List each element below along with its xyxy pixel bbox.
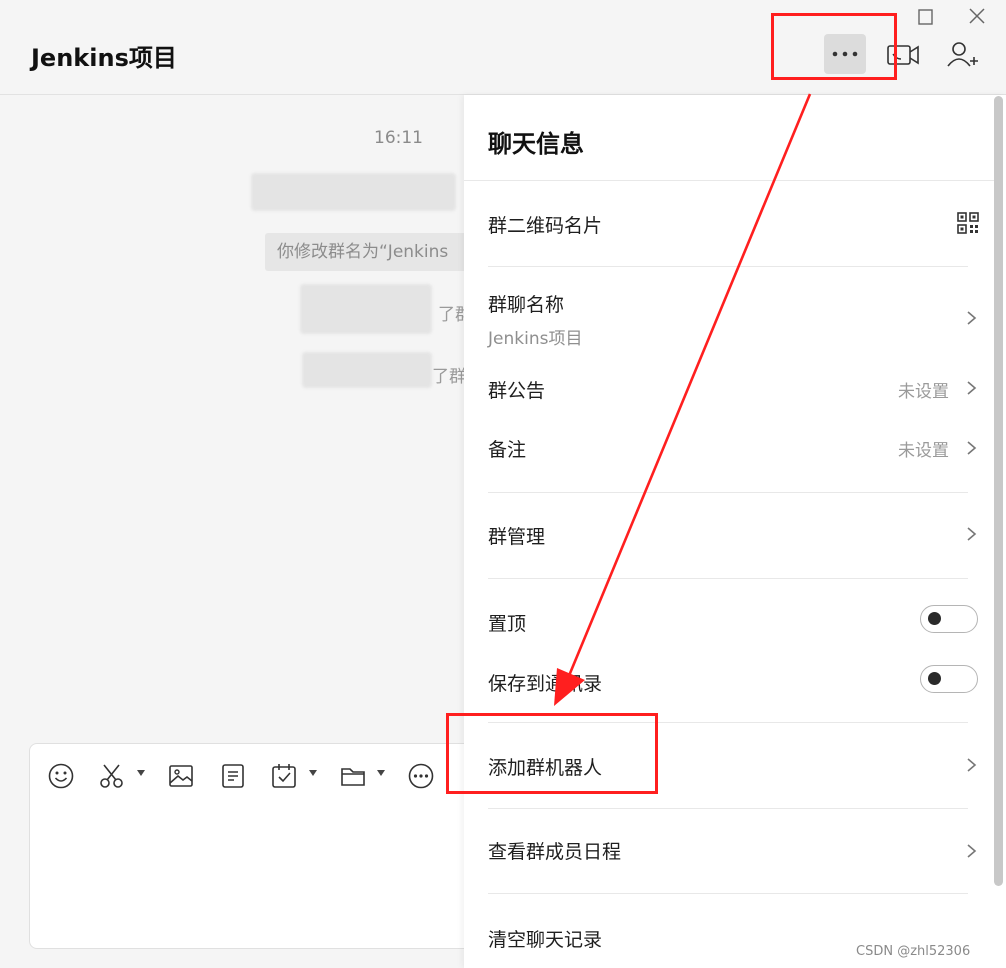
close-icon: [969, 8, 985, 24]
document-button[interactable]: [219, 762, 247, 790]
chevron-right-icon: [967, 844, 977, 858]
file-button[interactable]: [339, 762, 367, 790]
save-contacts-toggle[interactable]: [920, 665, 978, 693]
chevron-down-icon[interactable]: [137, 770, 145, 776]
divider: [488, 266, 968, 267]
chevron-down-icon[interactable]: [309, 770, 317, 776]
chevron-right-icon: [967, 441, 977, 455]
group-name-value: Jenkins项目: [488, 329, 583, 349]
save-contacts-label: 保存到通讯录: [488, 673, 603, 695]
folder-icon: [341, 768, 365, 786]
message-timestamp: 16:11: [374, 128, 423, 148]
blurred-message: [300, 284, 432, 334]
more-tools-button[interactable]: [407, 762, 435, 790]
remark-label: 备注: [488, 439, 527, 461]
divider: [488, 893, 968, 894]
annotation-box-more: [771, 13, 897, 80]
chevron-right-icon: [967, 527, 977, 541]
more-circle-icon: [408, 763, 434, 789]
clear-history-label: 清空聊天记录: [488, 929, 603, 951]
divider: [488, 492, 968, 493]
document-icon: [222, 764, 244, 788]
image-button[interactable]: [167, 762, 195, 790]
add-member-button[interactable]: [942, 34, 984, 74]
blurred-message: [302, 352, 432, 388]
image-icon: [169, 765, 193, 787]
system-message: 你修改群名为“Jenkins: [265, 233, 489, 271]
group-name-label: 群聊名称: [488, 294, 565, 316]
close-button[interactable]: [966, 6, 988, 28]
toggle-knob: [928, 672, 941, 685]
calendar-check-icon: [272, 764, 296, 788]
message-fragment: 了群: [432, 367, 466, 387]
remark-value: 未设置: [898, 441, 949, 461]
add-user-icon: [947, 42, 978, 67]
chevron-right-icon: [967, 311, 977, 325]
toggle-knob: [928, 612, 941, 625]
scissors-icon: [100, 764, 123, 788]
annotation-box-robot: [446, 713, 658, 794]
chevron-right-icon: [967, 381, 977, 395]
chevron-right-icon: [967, 758, 977, 772]
qr-code-label: 群二维码名片: [488, 215, 603, 237]
watermark: CSDN @zhl52306: [856, 944, 971, 959]
blurred-message: [251, 173, 456, 211]
pin-chat-toggle[interactable]: [920, 605, 978, 633]
panel-title: 聊天信息: [488, 130, 584, 158]
emoji-icon: [48, 763, 74, 789]
chevron-down-icon[interactable]: [377, 770, 385, 776]
schedule-button[interactable]: [270, 762, 298, 790]
divider: [488, 808, 968, 809]
pin-chat-label: 置顶: [488, 613, 527, 635]
divider: [464, 180, 994, 181]
qr-code-icon[interactable]: [957, 212, 979, 234]
emoji-button[interactable]: [47, 762, 75, 790]
maximize-button[interactable]: [914, 6, 936, 28]
announcement-value: 未设置: [898, 382, 949, 402]
maximize-icon: [918, 9, 933, 25]
panel-scrollbar[interactable]: [994, 96, 1003, 886]
member-schedule-label: 查看群成员日程: [488, 841, 622, 863]
group-management-label: 群管理: [488, 526, 546, 548]
screenshot-button[interactable]: [98, 762, 126, 790]
announcement-label: 群公告: [488, 380, 546, 402]
chat-title: Jenkins项目: [31, 44, 177, 72]
divider: [488, 578, 968, 579]
